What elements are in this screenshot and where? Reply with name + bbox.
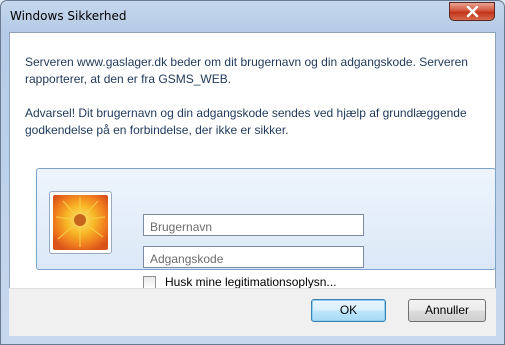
flower-user-tile-icon — [53, 195, 108, 250]
close-button[interactable] — [449, 2, 495, 21]
close-icon — [466, 6, 479, 18]
title-bar[interactable]: Windows Sikkerhed — [1, 1, 504, 33]
remember-label: Husk mine legitimationsoplysn... — [165, 275, 337, 289]
ok-button[interactable]: OK — [311, 299, 386, 322]
server-message: Serveren www.gaslager.dk beder om dit br… — [25, 55, 468, 86]
window-title: Windows Sikkerhed — [10, 9, 127, 23]
cancel-button[interactable]: Annuller — [408, 299, 486, 322]
dialog-window: Windows Sikkerhed Serveren www.gaslager.… — [0, 0, 505, 345]
username-field[interactable] — [143, 214, 364, 236]
user-tile — [49, 191, 112, 254]
remember-checkbox[interactable] — [143, 275, 156, 289]
security-warning: Advarsel! Dit brugernavn og din adgangsk… — [25, 106, 467, 137]
password-field[interactable] — [143, 246, 364, 268]
button-bar: OK Annuller — [9, 288, 496, 336]
credential-tile: Husk mine legitimationsoplysn... — [36, 168, 496, 289]
